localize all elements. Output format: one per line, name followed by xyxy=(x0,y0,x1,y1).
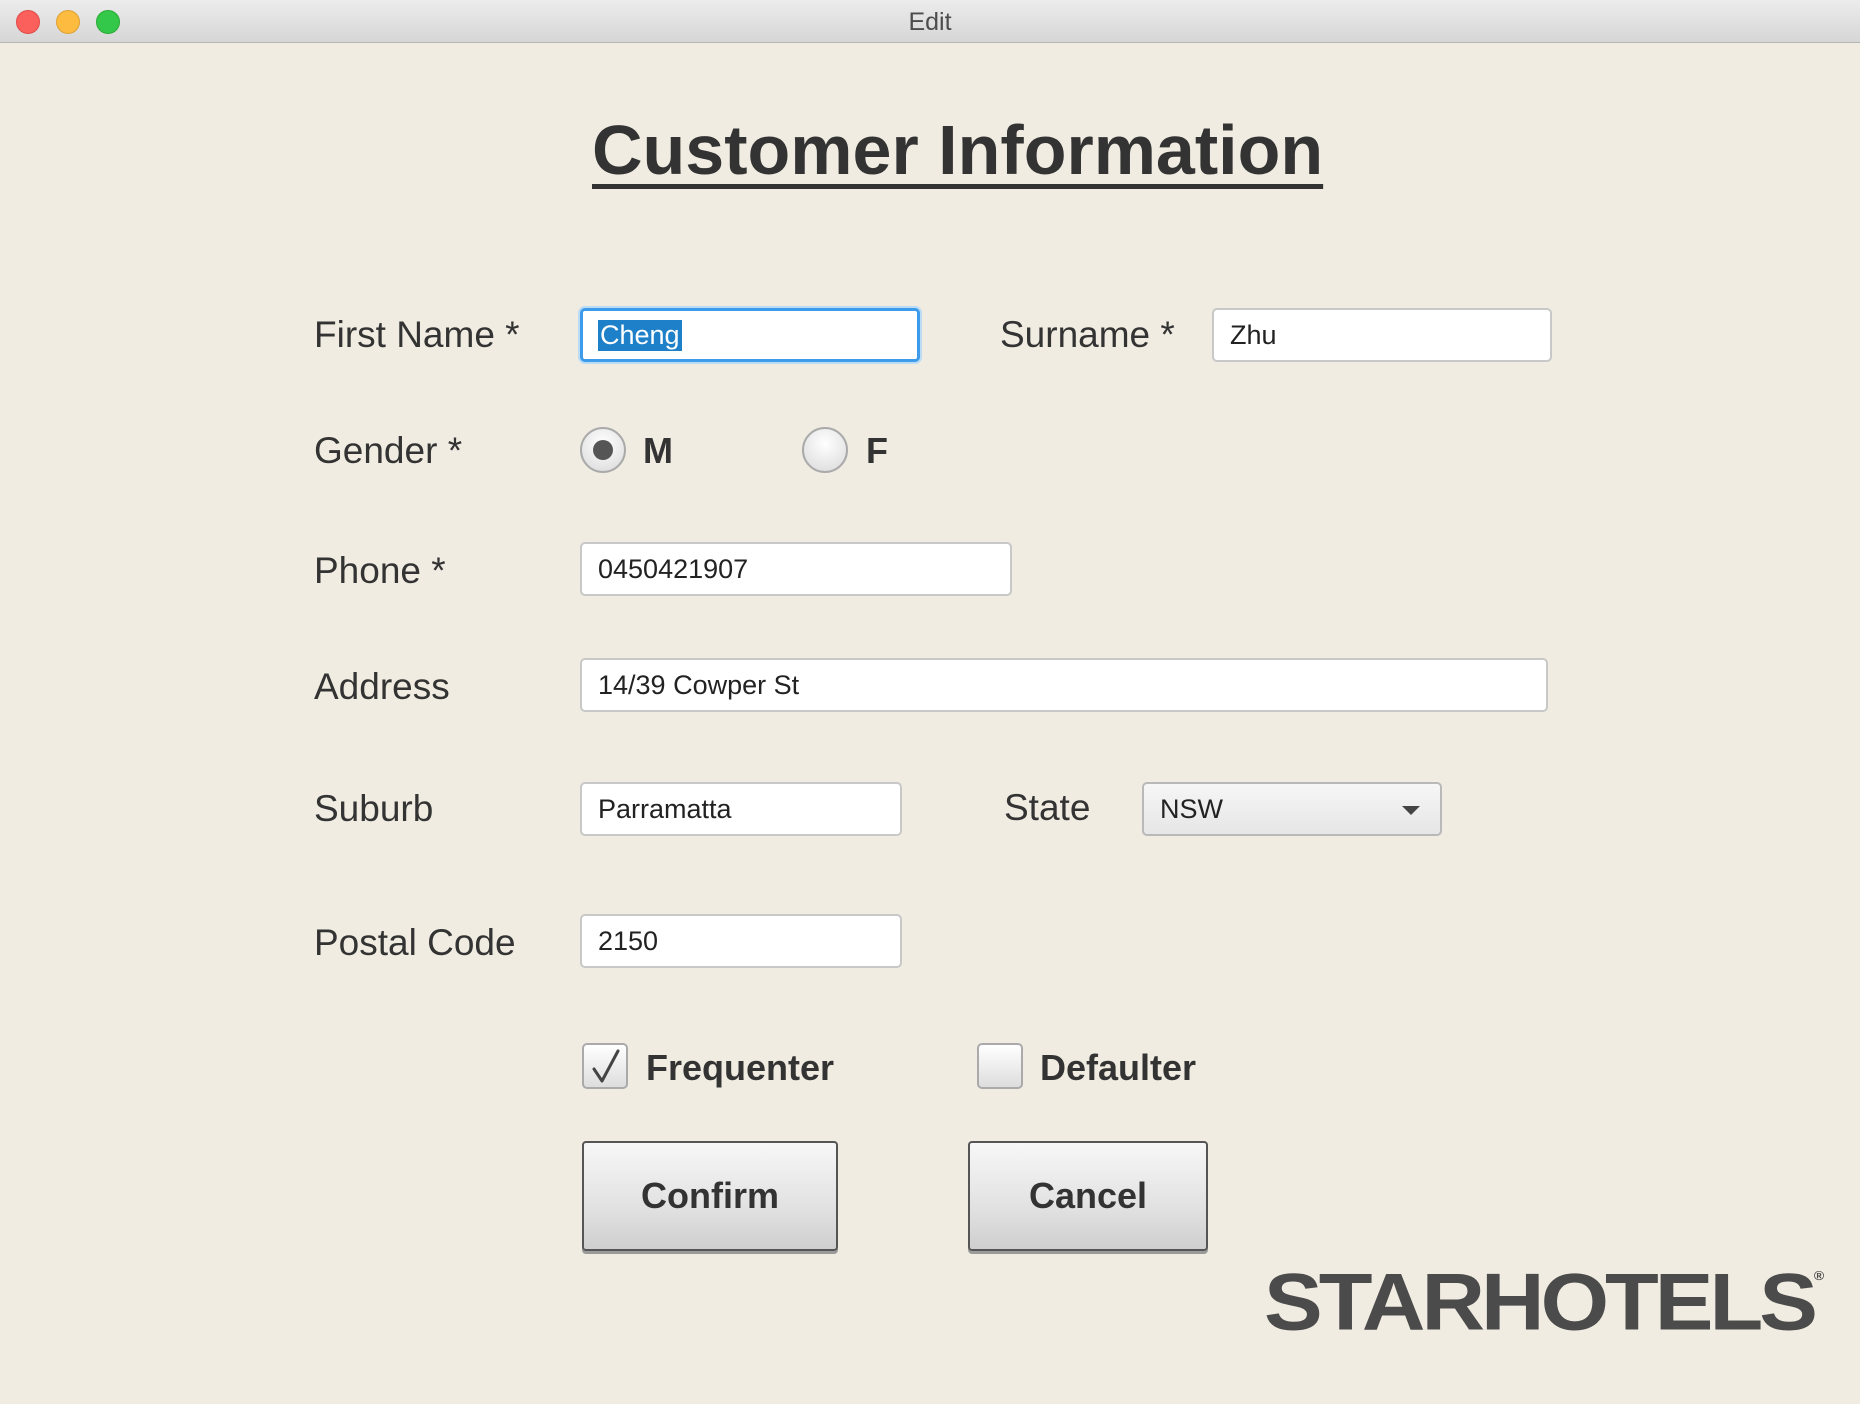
confirm-button[interactable]: Confirm xyxy=(582,1141,838,1251)
surname-label: Surname * xyxy=(1000,314,1175,355)
title-bar: Edit xyxy=(0,0,1860,43)
gender-label: Gender * xyxy=(314,430,463,471)
gender-f-label[interactable]: F xyxy=(866,433,888,469)
frequenter-checkbox[interactable] xyxy=(582,1043,628,1089)
gender-m-label[interactable]: M xyxy=(643,433,673,469)
chevron-down-icon xyxy=(1402,806,1420,815)
postal-code-field[interactable] xyxy=(580,914,902,968)
starhotels-logo: STARHOTELS® xyxy=(1264,1261,1825,1343)
checkmark-icon xyxy=(592,1049,620,1083)
suburb-label: Suburb xyxy=(314,788,434,829)
logo-text: STARHOTELS xyxy=(1264,1256,1818,1348)
state-selected-value: NSW xyxy=(1160,793,1223,824)
page-title: Customer Information xyxy=(592,111,1324,189)
defaulter-checkbox[interactable] xyxy=(977,1043,1023,1089)
address-field[interactable] xyxy=(580,658,1548,712)
window-title: Edit xyxy=(908,8,952,36)
postal-code-label: Postal Code xyxy=(314,922,516,963)
gender-f-radio[interactable] xyxy=(802,427,848,473)
address-label: Address xyxy=(314,666,450,707)
cancel-button[interactable]: Cancel xyxy=(968,1141,1208,1251)
gender-m-radio[interactable] xyxy=(580,427,626,473)
defaulter-label[interactable]: Defaulter xyxy=(1040,1050,1196,1086)
surname-field[interactable] xyxy=(1212,308,1552,362)
radio-selected-dot xyxy=(593,440,613,460)
first-name-field[interactable]: Cheng xyxy=(580,308,920,362)
frequenter-label[interactable]: Frequenter xyxy=(646,1050,834,1086)
first-name-selected-text: Cheng xyxy=(598,319,682,351)
registered-mark: ® xyxy=(1813,1267,1825,1283)
state-dropdown[interactable]: NSW xyxy=(1142,782,1442,836)
phone-label: Phone * xyxy=(314,550,446,591)
state-label: State xyxy=(1004,787,1091,828)
phone-field[interactable] xyxy=(580,542,1012,596)
first-name-label: First Name * xyxy=(314,314,520,355)
suburb-field[interactable] xyxy=(580,782,902,836)
